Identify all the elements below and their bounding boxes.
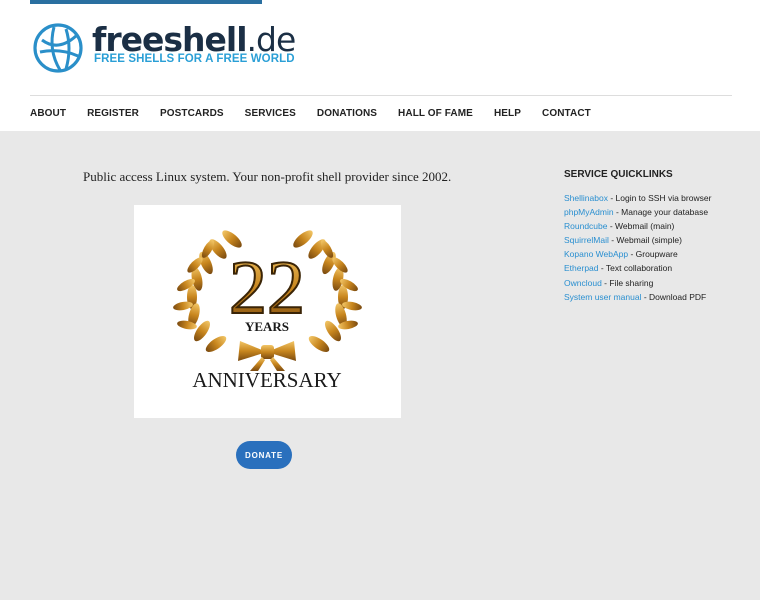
- top-accent-bar: [30, 0, 262, 4]
- nav-donations[interactable]: DONATIONS: [317, 108, 377, 122]
- nav-services[interactable]: SERVICES: [245, 108, 296, 122]
- main-nav: ABOUT REGISTER POSTCARDS SERVICES DONATI…: [30, 108, 612, 122]
- site-header: freeshell.de FREE SHELLS FOR A FREE WORL…: [0, 0, 760, 131]
- quicklink-item: SquirrelMail - Webmail (simple): [564, 235, 682, 246]
- quicklink-shellinabox[interactable]: Shellinabox: [564, 193, 608, 203]
- quicklink-kopano-webapp[interactable]: Kopano WebApp: [564, 249, 628, 259]
- anniversary-number: 22: [229, 246, 305, 330]
- quicklink-squirrelmail[interactable]: SquirrelMail: [564, 235, 609, 245]
- quicklink-item: Kopano WebApp - Groupware: [564, 249, 678, 260]
- quicklink-etherpad[interactable]: Etherpad: [564, 263, 599, 273]
- quicklink-item: Shellinabox - Login to SSH via browser: [564, 193, 712, 203]
- globe-icon: [33, 23, 83, 73]
- bow-icon: [238, 341, 296, 371]
- quicklink-roundcube[interactable]: Roundcube: [564, 221, 607, 231]
- nav-help[interactable]: HELP: [494, 108, 521, 122]
- donate-button[interactable]: DONATE: [236, 441, 292, 469]
- anniversary-image: 22 YEARS ANNIVERSARY: [134, 205, 401, 418]
- header-divider: [30, 95, 732, 96]
- laurel-wreath-icon: 22 YEARS ANNIVERSARY: [173, 230, 362, 392]
- anniversary-years: YEARS: [245, 319, 289, 334]
- logo-tagline: FREE SHELLS FOR A FREE WORLD: [94, 53, 295, 65]
- quicklink-item: Etherpad - Text collaboration: [564, 263, 673, 274]
- quicklink-item: Owncloud - File sharing: [564, 277, 654, 288]
- quicklink-item: System user manual - Download PDF: [564, 291, 707, 302]
- quicklink-phpmyadmin[interactable]: phpMyAdmin: [564, 207, 614, 217]
- site-tagline: Public access Linux system. Your non-pro…: [83, 169, 452, 184]
- nav-hall-of-fame[interactable]: HALL OF FAME: [398, 108, 473, 122]
- nav-postcards[interactable]: POSTCARDS: [160, 108, 224, 122]
- quicklink-owncloud[interactable]: Owncloud: [564, 278, 602, 288]
- site-logo[interactable]: freeshell.de FREE SHELLS FOR A FREE WORL…: [32, 20, 296, 76]
- nav-register[interactable]: REGISTER: [87, 108, 139, 122]
- service-quicklinks: SERVICE QUICKLINKS Shellinabox - Login t…: [564, 169, 754, 304]
- quicklink-item: phpMyAdmin - Manage your database: [564, 207, 709, 218]
- quicklink-system-user-manual[interactable]: System user manual: [564, 292, 641, 302]
- nav-about[interactable]: ABOUT: [30, 108, 66, 122]
- quicklinks-title: SERVICE QUICKLINKS: [564, 169, 673, 180]
- quicklink-item: Roundcube - Webmail (main): [564, 221, 675, 232]
- anniversary-label: ANNIVERSARY: [192, 368, 341, 392]
- nav-contact[interactable]: CONTACT: [542, 108, 591, 122]
